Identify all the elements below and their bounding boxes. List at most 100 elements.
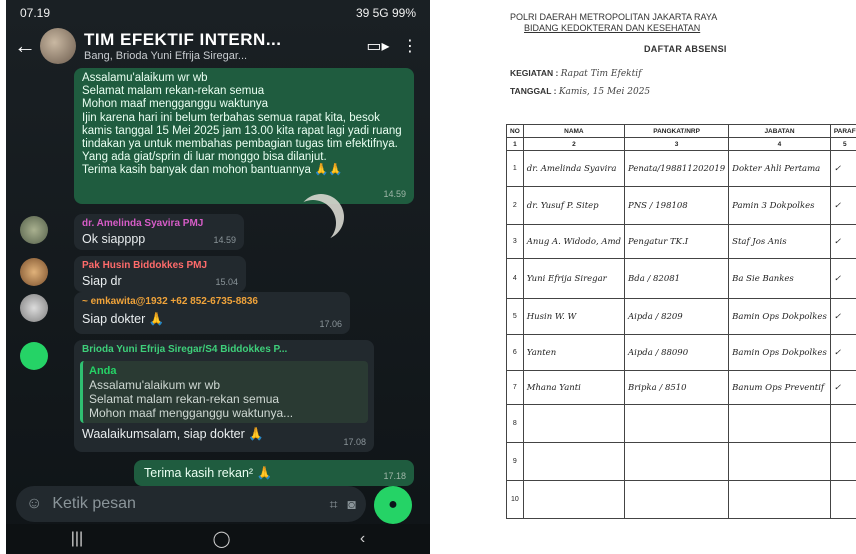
quoted-sender: Anda xyxy=(89,364,117,377)
microphone-icon: ● xyxy=(388,496,398,513)
doc-header-line1: POLRI DAERAH METROPOLITAN JAKARTA RAYA xyxy=(510,12,718,22)
group-avatar[interactable] xyxy=(40,28,76,64)
message-input-bar[interactable]: ☺ Ketik pesan ⌗ ◙ xyxy=(16,486,366,522)
chat-title-block[interactable]: TIM EFEKTIF INTERN... Bang, Brioda Yuni … xyxy=(84,30,358,62)
row-pangkat: PNS / 198108 xyxy=(623,186,730,225)
message-time: 17.08 xyxy=(343,436,366,447)
status-indicators: 39 5G 99% xyxy=(355,6,416,20)
moon-wallpaper-decoration xyxy=(298,194,344,240)
whatsapp-chat-screen: 07.19 39 5G 99% ← TIM EFEKTIF INTERN... … xyxy=(6,0,430,554)
row-number: 1 xyxy=(506,150,524,187)
row-pangkat xyxy=(623,442,730,481)
tanggal-label: TANGGAL : xyxy=(510,86,557,96)
table-row: 10 xyxy=(506,480,856,519)
row-paraf xyxy=(829,480,856,519)
row-number: 9 xyxy=(506,442,524,481)
table-row: 5 Husin W. W Aipda / 8209 Bamin Ops Dokpolk… xyxy=(506,298,856,335)
sender-avatar[interactable] xyxy=(20,216,48,244)
row-paraf: ✓ xyxy=(829,258,856,299)
row-number: 4 xyxy=(506,258,524,299)
android-nav-bar: ||| ◯ ‹ xyxy=(6,524,430,554)
message-outgoing[interactable]: Terima kasih rekan² 🙏 17.18 xyxy=(134,460,414,486)
recent-apps-icon[interactable]: ||| xyxy=(71,530,83,548)
row-pangkat: Bripka / 8510 xyxy=(623,370,730,405)
more-options-icon[interactable]: ⋮ xyxy=(398,36,422,56)
camera-icon[interactable]: ◙ xyxy=(348,496,356,512)
row-number: 7 xyxy=(506,370,524,405)
table-row: 9 xyxy=(506,442,856,481)
message-time: 14.59 xyxy=(383,188,406,199)
row-nama: Husin W. W xyxy=(522,298,626,335)
row-paraf xyxy=(829,404,856,443)
message-time: 17.06 xyxy=(319,318,342,329)
col-number: 3 xyxy=(623,137,730,151)
row-pangkat: Aipda / 8209 xyxy=(623,298,730,335)
row-jabatan: Bamin Ops Dokpolkes xyxy=(728,298,831,335)
col-number: 2 xyxy=(522,137,626,151)
message-time: 14.59 xyxy=(213,234,236,245)
sender-avatar[interactable] xyxy=(20,342,48,370)
message-list: Assalamu'alaikum wr wb Selamat malam rek… xyxy=(6,66,430,486)
row-pangkat: Aipda / 88090 xyxy=(623,334,730,371)
row-paraf: ✓ xyxy=(829,370,856,405)
back-nav-icon[interactable]: ‹ xyxy=(360,530,365,548)
home-icon[interactable]: ◯ xyxy=(213,529,231,549)
status-time: 07.19 xyxy=(20,6,51,20)
table-row: 1 dr. Amelinda Syavira Penata/198811202019… xyxy=(506,150,856,187)
row-number: 10 xyxy=(506,480,524,519)
row-paraf: ✓ xyxy=(829,334,856,371)
attendance-document: POLRI DAERAH METROPOLITAN JAKARTA RAYA B… xyxy=(504,8,856,554)
video-call-icon[interactable]: ▭▸ xyxy=(366,36,390,56)
quoted-message[interactable]: Anda Assalamu'alaikum wr wb Selamat mala… xyxy=(80,360,368,423)
row-nama xyxy=(522,442,626,481)
row-nama: Anug A. Widodo, Amd xyxy=(522,224,626,259)
row-nama: Yuni Efrija Siregar xyxy=(522,258,626,299)
message-incoming[interactable]: Brioda Yuni Efrija Siregar/S4 Biddokkes … xyxy=(74,340,374,452)
message-input[interactable]: Ketik pesan xyxy=(52,495,319,513)
row-pangkat xyxy=(623,404,730,443)
chat-title: TIM EFEKTIF INTERN... xyxy=(84,30,282,49)
message-sender: Pak Husin Biddokkes PMJ xyxy=(82,260,208,271)
microphone-button[interactable]: ● xyxy=(374,486,412,524)
row-number: 6 xyxy=(506,334,524,371)
message-outgoing[interactable]: Assalamu'alaikum wr wb Selamat malam rek… xyxy=(74,68,414,204)
kegiatan-value: Rapat Tim Efektif xyxy=(560,69,642,79)
kegiatan-label: KEGIATAN : xyxy=(510,68,559,78)
row-jabatan: Staf Jos Anis xyxy=(728,224,831,259)
emoji-icon[interactable]: ☺ xyxy=(26,495,42,513)
row-number: 8 xyxy=(506,404,524,443)
tanggal-row: TANGGAL : Kamis, 15 Mei 2025 xyxy=(510,86,650,97)
table-row: 4 Yuni Efrija Siregar Bda / 82081 Ba Sie Ba… xyxy=(506,258,856,299)
message-time: 17.18 xyxy=(383,470,406,481)
message-text: Terima kasih rekan² 🙏 xyxy=(144,466,273,480)
row-paraf xyxy=(829,442,856,481)
row-jabatan: Dokter Ahli Pertama xyxy=(728,150,831,187)
attach-icon[interactable]: ⌗ xyxy=(330,496,338,513)
chat-header: ← TIM EFEKTIF INTERN... Bang, Brioda Yun… xyxy=(6,26,430,66)
sender-avatar[interactable] xyxy=(20,258,48,286)
row-pangkat: Bda / 82081 xyxy=(623,258,730,299)
sender-avatar[interactable] xyxy=(20,294,48,322)
back-arrow-icon[interactable]: ← xyxy=(14,33,36,59)
message-text: Siap dokter 🙏 xyxy=(82,311,165,326)
message-incoming[interactable]: dr. Amelinda Syavira PMJ Ok siapppp 14.5… xyxy=(74,214,244,250)
table-row: 3 Anug A. Widodo, Amd Pengatur TK.I Staf Jo… xyxy=(506,224,856,259)
row-jabatan xyxy=(728,442,831,481)
row-nama xyxy=(522,480,626,519)
tanggal-value: Kamis, 15 Mei 2025 xyxy=(558,87,651,97)
message-text: Waalaikumsalam, siap dokter 🙏 xyxy=(82,426,264,441)
message-incoming[interactable]: Pak Husin Biddokkes PMJ Siap dr 15.04 xyxy=(74,256,246,292)
message-incoming[interactable]: ~ emkawita@1932 +62 852-6735-8836 Siap d… xyxy=(74,292,350,334)
status-bar: 07.19 39 5G 99% xyxy=(6,0,430,26)
doc-title: DAFTAR ABSENSI xyxy=(644,44,727,54)
row-nama: dr. Yusuf P. Sitep xyxy=(522,186,626,225)
row-paraf: ✓ xyxy=(829,298,856,335)
row-nama: Mhana Yanti xyxy=(522,370,626,405)
message-time: 15.04 xyxy=(215,276,238,287)
doc-header-line2: BIDANG KEDOKTERAN DAN KESEHATAN xyxy=(524,23,701,33)
attendance-table: NO NAMA PANGKAT/NRP JABATAN PARAF 1 2 3 … xyxy=(506,124,856,519)
table-row: 2 dr. Yusuf P. Sitep PNS / 198108 Pamin 3 D… xyxy=(506,186,856,225)
row-number: 3 xyxy=(506,224,524,259)
quoted-text: Assalamu'alaikum wr wb Selamat malam rek… xyxy=(89,377,294,420)
row-pangkat: Pengatur TK.I xyxy=(623,224,730,259)
